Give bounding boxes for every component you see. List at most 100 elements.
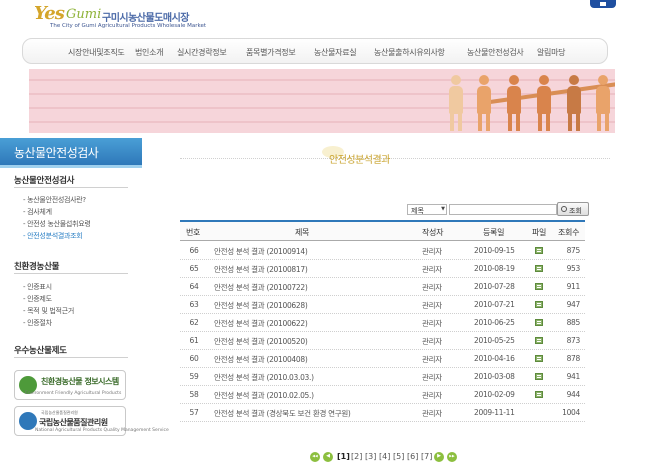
row-title-link[interactable]: 안전성 분석 결과 (20100817) — [214, 264, 308, 275]
banner-subtitle: National Agricultural Products Quality M… — [35, 428, 169, 433]
row-number: 61 — [189, 336, 199, 345]
naqs-banner[interactable]: 국립농산물품질관리원 국립농산물품질관리원 National Agricultu… — [14, 406, 169, 436]
last-page-icon[interactable] — [447, 452, 457, 462]
sidebar-link-what-is[interactable]: - 농산물안전성검사란? — [23, 195, 86, 205]
title-divider — [180, 158, 610, 159]
attachment-file-icon[interactable] — [535, 265, 543, 272]
banner-subtitle: Environment Friendly Agricultural Produc… — [25, 391, 122, 396]
page-link[interactable]: [5] — [393, 452, 404, 461]
logo-english-name: The City of Gumi Agricultural Products W… — [50, 23, 207, 29]
table-row[interactable]: 66 안전성 분석 결과 (20100914) 관리자 2010-09-15 875 — [180, 242, 585, 260]
row-title-link[interactable]: 안전성 분석 결과 (2010.02.05.) — [214, 390, 314, 401]
attachment-file-icon[interactable] — [535, 337, 543, 344]
sidebar-heading-safety[interactable]: 농산물안전성검사 — [14, 174, 74, 186]
table-row[interactable]: 60 안전성 분석 결과 (20100408) 관리자 2010-04-16 878 — [180, 350, 585, 368]
table-row[interactable]: 63 안전성 분석 결과 (20100628) 관리자 2010-07-21 947 — [180, 296, 585, 314]
attachment-file-icon[interactable] — [535, 355, 543, 362]
header: Yes Gumi 구미시농산물도매시장 The City of Gumi Agr… — [0, 0, 650, 36]
row-title-link[interactable]: 안전성 분석 결과 (20100722) — [214, 282, 308, 293]
row-date: 2010-04-16 — [474, 354, 515, 363]
home-icon[interactable] — [590, 0, 616, 8]
row-number: 62 — [189, 318, 199, 327]
attachment-file-icon[interactable] — [535, 283, 543, 290]
page-link[interactable]: [7] — [421, 452, 432, 461]
sidebar-link-results[interactable]: - 안전성분석결과조회 — [23, 231, 83, 241]
nav-item-notice[interactable]: 알림마당 — [537, 47, 566, 58]
sidebar-link-intake-guide[interactable]: - 안전성 농산물섭취요령 — [23, 219, 91, 229]
row-number: 59 — [189, 372, 199, 381]
nav-item-safety-inspection[interactable]: 농산물안전성검사 — [467, 47, 524, 58]
next-page-icon[interactable] — [434, 452, 444, 462]
row-number: 60 — [189, 354, 199, 363]
sidebar-link-purpose[interactable]: - 목적 및 법적근거 — [23, 306, 74, 316]
nav-item-shipping-notes[interactable]: 농산물출하시유의사항 — [374, 47, 445, 58]
row-date: 2010-03-08 — [474, 372, 515, 381]
table-row[interactable]: 61 안전성 분석 결과 (20100520) 관리자 2010-05-25 873 — [180, 332, 585, 350]
sidebar-link-cert-system[interactable]: - 인증제도 — [23, 294, 52, 304]
attachment-file-icon[interactable] — [535, 373, 543, 380]
banner-top-text: 국립농산물품질관리원 — [41, 410, 78, 415]
person-figure-icon — [565, 75, 583, 131]
row-views: 911 — [566, 282, 581, 291]
page-link[interactable]: [3] — [365, 452, 376, 461]
row-title-link[interactable]: 안전성 분석 결과 (20100622) — [214, 318, 308, 329]
page-link[interactable]: [1] — [337, 452, 350, 461]
logo-yes: Yes — [34, 3, 65, 24]
row-title-link[interactable]: 안전성 분석 결과 (20100628) — [214, 300, 308, 311]
row-views: 875 — [566, 246, 581, 255]
nav-item-price-by-item[interactable]: 품목별가격정보 — [246, 47, 296, 58]
row-title-link[interactable]: 안전성 분석 결과 (20100520) — [214, 336, 308, 347]
row-title-link[interactable]: 안전성 분석 결과 (20100914) — [214, 246, 308, 257]
site-logo[interactable]: Yes Gumi 구미시농산물도매시장 The City of Gumi Agr… — [32, 3, 247, 33]
table-row[interactable]: 59 안전성 분석 결과 (2010.03.03.) 관리자 2010-03-08 94… — [180, 368, 585, 386]
table-row[interactable]: 58 안전성 분석 결과 (2010.02.05.) 관리자 2010-02-09 94… — [180, 386, 585, 404]
page-title: 안전성분석결과 — [329, 155, 390, 166]
row-number: 64 — [189, 282, 199, 291]
logo-gumi: Gumi — [66, 7, 102, 22]
nav-item-corporation[interactable]: 법인소개 — [135, 47, 164, 58]
search-input[interactable] — [449, 204, 557, 215]
row-title-link[interactable]: 안전성 분석 결과 (2010.03.03.) — [214, 372, 314, 383]
page-link[interactable]: [6] — [407, 452, 418, 461]
person-figure-icon — [535, 75, 553, 131]
person-figure-icon — [594, 75, 612, 131]
attachment-file-icon[interactable] — [535, 247, 543, 254]
attachment-file-icon[interactable] — [535, 319, 543, 326]
sidebar: 농산물안전성검사 농산물안전성검사 - 농산물안전성검사란? - 검사체계 - … — [0, 138, 169, 468]
col-header-title: 제목 — [295, 228, 310, 237]
row-views: 878 — [566, 354, 581, 363]
row-title-link[interactable]: 안전성 분석 결과 (경상북도 보건 환경 연구원) — [214, 408, 351, 419]
attachment-file-icon[interactable] — [535, 391, 543, 398]
eco-info-system-banner[interactable]: 친환경농산물 정보시스템 Environment Friendly Agricu… — [14, 370, 126, 400]
row-date: 2009-11-11 — [474, 408, 515, 417]
row-date: 2010-06-25 — [474, 318, 515, 327]
search-field-select[interactable]: 제목 — [407, 204, 447, 215]
table-row[interactable]: 57 안전성 분석 결과 (경상북도 보건 환경 연구원) 관리자 2009-11-1… — [180, 404, 585, 422]
table-row[interactable]: 62 안전성 분석 결과 (20100622) 관리자 2010-06-25 885 — [180, 314, 585, 332]
row-number: 57 — [189, 408, 199, 417]
sidebar-link-system[interactable]: - 검사체계 — [23, 207, 52, 217]
col-header-views: 조회수 — [558, 228, 580, 237]
nav-item-realtime-auction[interactable]: 실시간경락정보 — [177, 47, 227, 58]
person-figure-icon — [475, 75, 493, 131]
nav-item-market-info[interactable]: 시장안내및조직도 — [68, 47, 125, 58]
col-header-author: 작성자 — [422, 228, 444, 237]
row-author: 관리자 — [422, 319, 442, 328]
sidebar-link-cert-procedure[interactable]: - 인증절차 — [23, 318, 52, 328]
nav-item-data-room[interactable]: 농산물자료실 — [314, 47, 357, 58]
page-link[interactable]: [4] — [379, 452, 390, 461]
sidebar-link-cert-mark[interactable]: - 인증표시 — [23, 282, 52, 292]
sidebar-title: 농산물안전성검사 — [0, 138, 142, 168]
row-title-link[interactable]: 안전성 분석 결과 (20100408) — [214, 354, 308, 365]
sidebar-heading-gap[interactable]: 우수농산물제도 — [14, 344, 67, 356]
search-button[interactable]: 조회 — [557, 202, 589, 216]
table-row[interactable]: 65 안전성 분석 결과 (20100817) 관리자 2010-08-19 953 — [180, 260, 585, 278]
row-views: 873 — [566, 336, 581, 345]
col-header-date: 등록일 — [483, 228, 505, 237]
sidebar-heading-eco[interactable]: 친환경농산물 — [14, 260, 59, 272]
table-row[interactable]: 64 안전성 분석 결과 (20100722) 관리자 2010-07-28 911 — [180, 278, 585, 296]
attachment-file-icon[interactable] — [535, 301, 543, 308]
first-page-icon[interactable] — [310, 452, 320, 462]
page-link[interactable]: [2] — [351, 452, 362, 461]
prev-page-icon[interactable] — [323, 452, 333, 462]
